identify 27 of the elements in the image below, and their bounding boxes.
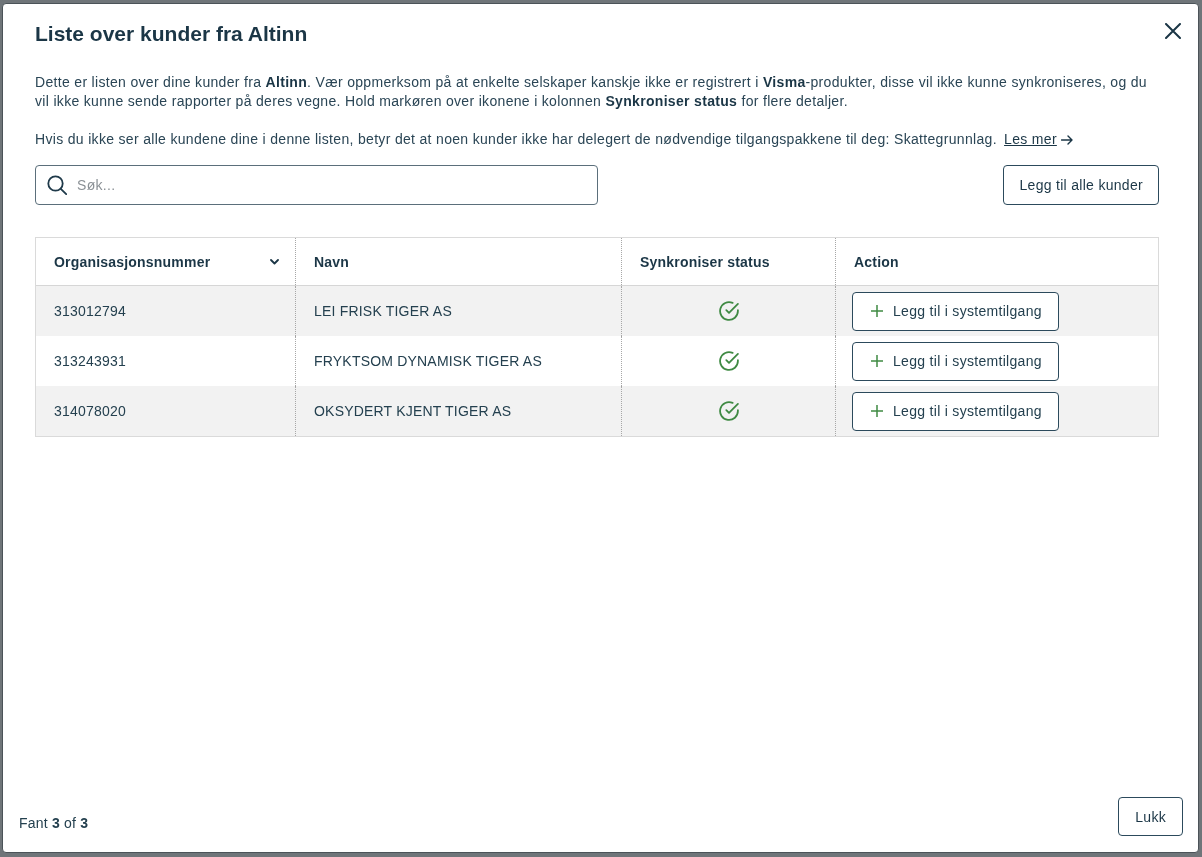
dialog-title: Liste over kunder fra Altinn (35, 21, 308, 47)
close-dialog-button[interactable]: Lukk (1118, 797, 1183, 836)
arrow-right-icon (1060, 134, 1073, 145)
add-to-access-button[interactable]: Legg til i systemtilgang (852, 341, 1059, 381)
notice-paragraph: Hvis du ikke ser alle kundene dine i denne listen, betyr det at noen kunder ikke har delegert de nødvendige tilgangspakkene til deg: Skattegrunnlag. Les mer (35, 130, 1159, 149)
table-cell-text: 313012794 (53, 302, 127, 321)
add-all-button[interactable]: Legg til alle kunder (1003, 165, 1159, 205)
search-field[interactable]: Søk... (35, 165, 598, 205)
table-cell-text: 313243931 (53, 352, 127, 371)
close-icon (1165, 23, 1181, 39)
add-to-access-button[interactable]: Legg til i systemtilgang (852, 391, 1059, 431)
table-cell: OKSYDERT KJENT TIGER AS (295, 386, 621, 436)
column-header[interactable]: Synkroniser status (621, 238, 835, 285)
plus-icon (871, 405, 883, 417)
add-to-access-button[interactable]: Legg til i systemtilgang (852, 291, 1059, 331)
column-header[interactable]: Organisasjonsnummer (36, 238, 295, 285)
search-icon (47, 175, 67, 195)
result-count: Fant 3 of 3 (19, 815, 89, 831)
plus-icon (871, 305, 883, 317)
read-more-link[interactable]: Les mer (1004, 130, 1073, 149)
table-cell-text: 314078020 (53, 402, 127, 421)
chevron-down-icon (270, 258, 279, 265)
plus-icon (871, 355, 883, 367)
intro-paragraph: Dette er listen over dine kunder fra Altinn. Vær oppmerksom på at enkelte selskaper kanskje ikke er registrert i Visma-produkter, disse vil ikke kunne synkroniseres, og du vil ikke kunne sende rapporter på deres vegne. Hold markøren over ikonene i kolonnen Synkroniser status for flere detaljer. (35, 73, 1148, 111)
column-header[interactable]: Action (835, 238, 1158, 285)
table-cell: LEI FRISK TIGER AS (295, 286, 621, 336)
column-header[interactable]: Navn (295, 238, 621, 285)
